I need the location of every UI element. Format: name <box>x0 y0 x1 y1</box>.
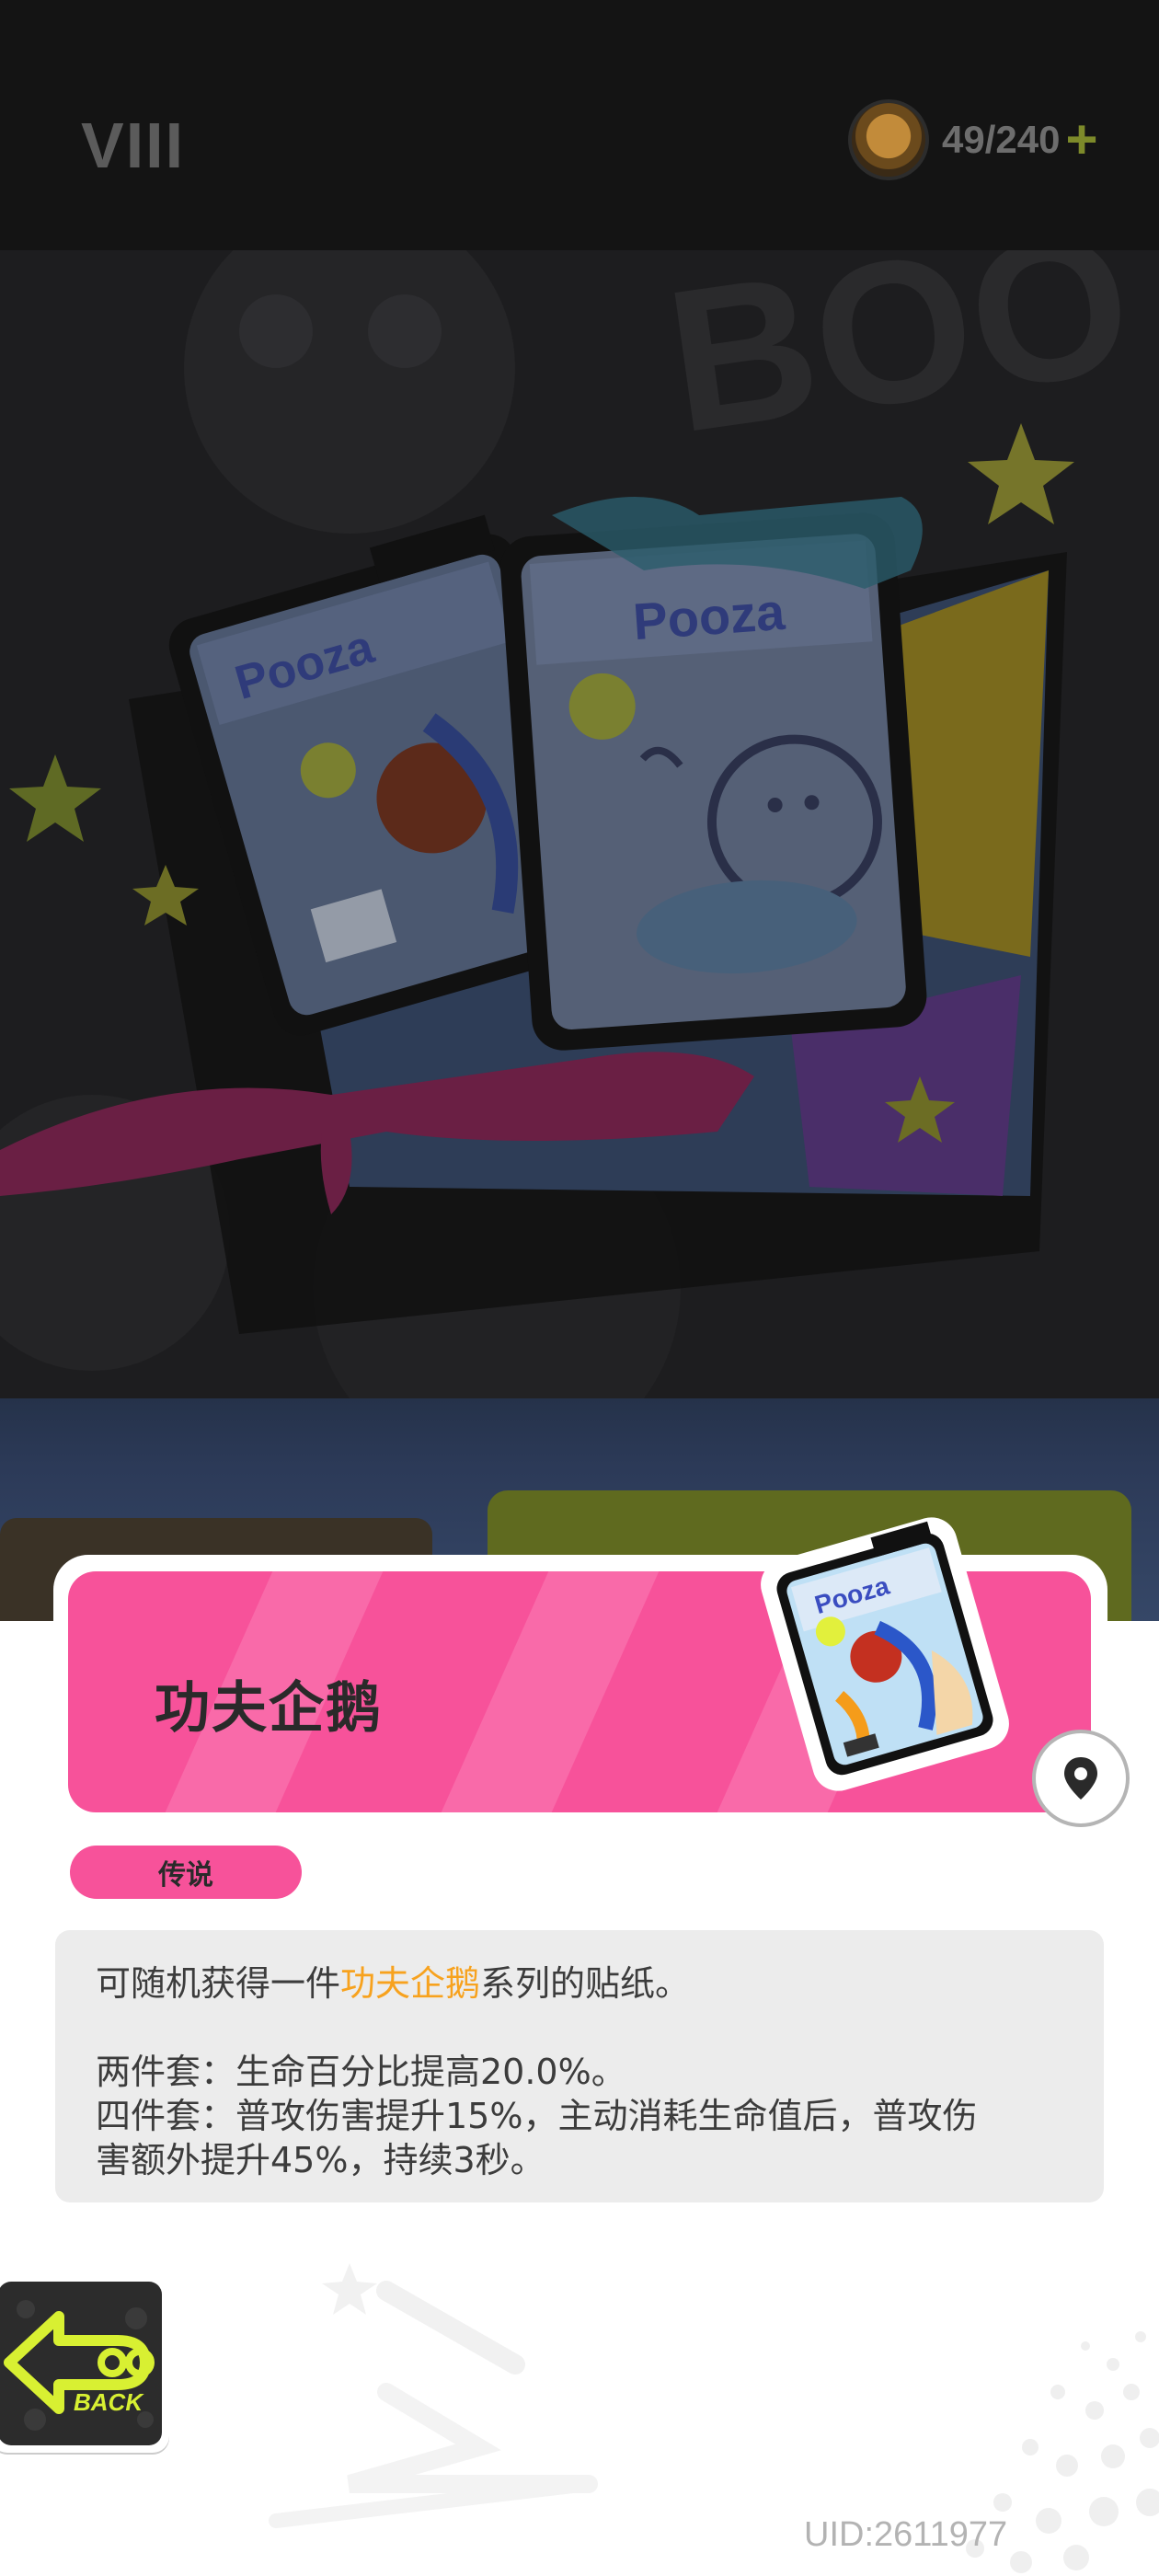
item-name: 功夫企鹅 <box>155 1676 383 1741</box>
svg-text:Pooza: Pooza <box>631 582 787 650</box>
back-button[interactable]: BACK <box>0 2274 169 2453</box>
location-pin-icon <box>1064 1757 1097 1800</box>
chapter-label: VIII <box>81 109 186 181</box>
back-label: BACK <box>74 2388 144 2416</box>
location-pin-button[interactable] <box>1032 1730 1130 1827</box>
back-button-face: BACK <box>0 2282 162 2445</box>
set-bonus-4-line-1: 四件套：普攻伤害提升15%，主动消耗生命值后，普攻伤 <box>96 2096 978 2136</box>
series-highlight: 功夫企鹅 <box>340 1963 481 2004</box>
description-text: 系列的贴纸。 <box>480 1963 691 2004</box>
currency-display: 49/240 + <box>848 99 1098 180</box>
plus-icon[interactable]: + <box>1065 112 1097 167</box>
user-id: UID:2611977 <box>804 2515 1008 2554</box>
description-line-1: 可随机获得一件功夫企鹅系列的贴纸。 <box>96 1961 690 2006</box>
banner-stripe <box>417 1571 676 1812</box>
set-bonus-4-line-2: 害额外提升45%，持续3秒。 <box>96 2140 545 2180</box>
currency-count: 49/240 <box>942 118 1061 161</box>
coin-icon <box>848 99 929 180</box>
sticker-showcase-scene: BOO Pooza Pooza VIII 49/240 + <box>0 0 1159 1621</box>
back-arrow-icon: BACK <box>4 2300 155 2431</box>
item-description: 可随机获得一件功夫企鹅系列的贴纸。 两件套：生命百分比提高20.0%。 四件套：… <box>55 1930 1104 2202</box>
description-text: 可随机获得一件 <box>96 1963 341 2004</box>
sticker-pack-icon: Pooza <box>761 1517 1009 1791</box>
rarity-badge: 传说 <box>70 1846 302 1899</box>
set-bonus-2: 两件套：生命百分比提高20.0%。 <box>96 2052 626 2092</box>
